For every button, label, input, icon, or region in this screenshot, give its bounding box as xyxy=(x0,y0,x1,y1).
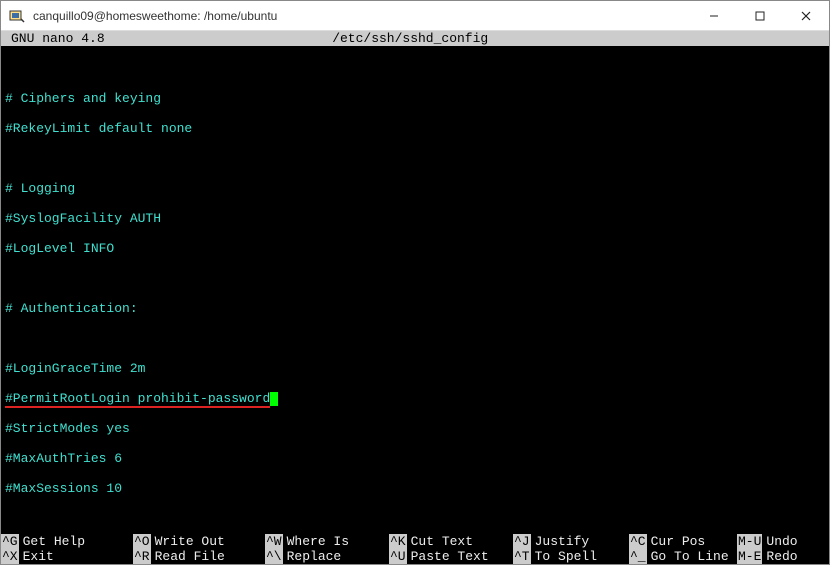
shortcut-label: Cut Text xyxy=(407,534,473,549)
shortcut-label: Redo xyxy=(762,549,797,564)
nano-app-label: GNU nano 4.8 xyxy=(1,31,332,46)
editor-line: #LogLevel INFO xyxy=(5,241,825,256)
shortcut-key: M-E xyxy=(737,549,762,564)
shortcut-key: ^U xyxy=(389,549,407,564)
shortcut-label: Go To Line xyxy=(647,549,729,564)
close-button[interactable] xyxy=(783,1,829,30)
editor-line: #RekeyLimit default none xyxy=(5,121,825,136)
window-title: canquillo09@homesweethome: /home/ubuntu xyxy=(33,9,691,23)
shortcut-key: ^_ xyxy=(629,549,647,564)
shortcut-row: ^XExit ^RRead File ^\Replace ^UPaste Text ^T… xyxy=(1,549,829,564)
shortcut-key: ^O xyxy=(133,534,151,549)
nano-header: GNU nano 4.8 /etc/ssh/sshd_config xyxy=(1,31,829,46)
shortcut-item: ^_Go To Line xyxy=(629,549,733,564)
minimize-button[interactable] xyxy=(691,1,737,30)
shortcut-item: ^TTo Spell xyxy=(513,549,625,564)
shortcut-key: ^C xyxy=(629,534,647,549)
maximize-button[interactable] xyxy=(737,1,783,30)
shortcut-row: ^GGet Help ^OWrite Out ^WWhere Is ^KCut Tex… xyxy=(1,534,829,549)
nano-file-path: /etc/ssh/sshd_config xyxy=(332,31,829,46)
putty-window: canquillo09@homesweethome: /home/ubuntu … xyxy=(0,0,830,565)
shortcut-label: Undo xyxy=(762,534,797,549)
editor-line: # Ciphers and keying xyxy=(5,91,825,106)
shortcut-item: ^\Replace xyxy=(265,549,385,564)
shortcut-item: ^RRead File xyxy=(133,549,261,564)
shortcut-key: ^J xyxy=(513,534,531,549)
shortcut-item: ^KCut Text xyxy=(389,534,509,549)
shortcut-key: ^K xyxy=(389,534,407,549)
putty-icon xyxy=(7,6,27,26)
shortcut-label: Write Out xyxy=(151,534,225,549)
editor-line: #LoginGraceTime 2m xyxy=(5,361,825,376)
shortcut-item: ^XExit xyxy=(1,549,129,564)
shortcut-label: Exit xyxy=(19,549,54,564)
terminal-area[interactable]: GNU nano 4.8 /etc/ssh/sshd_config # Ciph… xyxy=(1,31,829,564)
shortcut-key: ^T xyxy=(513,549,531,564)
shortcut-key: ^R xyxy=(133,549,151,564)
editor-content[interactable]: # Ciphers and keying #RekeyLimit default… xyxy=(1,46,829,564)
shortcut-key: M-U xyxy=(737,534,762,549)
shortcut-key: ^\ xyxy=(265,549,283,564)
shortcut-item: ^OWrite Out xyxy=(133,534,261,549)
editor-line: #StrictModes yes xyxy=(5,421,825,436)
shortcut-label: Get Help xyxy=(19,534,85,549)
editor-line-highlighted: #PermitRootLogin prohibit-password xyxy=(5,391,825,406)
shortcut-item: ^UPaste Text xyxy=(389,549,509,564)
shortcut-label: To Spell xyxy=(531,549,597,564)
nano-shortcuts: ^GGet Help ^OWrite Out ^WWhere Is ^KCut Tex… xyxy=(1,534,829,564)
shortcut-label: Cur Pos xyxy=(647,534,706,549)
shortcut-item: M-UUndo xyxy=(737,534,817,549)
editor-line: #MaxSessions 10 xyxy=(5,481,825,496)
editor-line: #MaxAuthTries 6 xyxy=(5,451,825,466)
shortcut-item: ^WWhere Is xyxy=(265,534,385,549)
shortcut-item: ^CCur Pos xyxy=(629,534,733,549)
shortcut-item: M-ERedo xyxy=(737,549,817,564)
shortcut-label: Justify xyxy=(531,534,590,549)
editor-line: # Authentication: xyxy=(5,301,825,316)
shortcut-label: Where Is xyxy=(283,534,349,549)
titlebar[interactable]: canquillo09@homesweethome: /home/ubuntu xyxy=(1,1,829,31)
shortcut-key: ^X xyxy=(1,549,19,564)
shortcut-item: ^JJustify xyxy=(513,534,625,549)
editor-line: #SyslogFacility AUTH xyxy=(5,211,825,226)
shortcut-item: ^GGet Help xyxy=(1,534,129,549)
shortcut-label: Replace xyxy=(283,549,342,564)
editor-line: # Logging xyxy=(5,181,825,196)
shortcut-key: ^W xyxy=(265,534,283,549)
text-cursor xyxy=(270,392,278,406)
shortcut-label: Paste Text xyxy=(407,549,489,564)
shortcut-key: ^G xyxy=(1,534,19,549)
shortcut-label: Read File xyxy=(151,549,225,564)
